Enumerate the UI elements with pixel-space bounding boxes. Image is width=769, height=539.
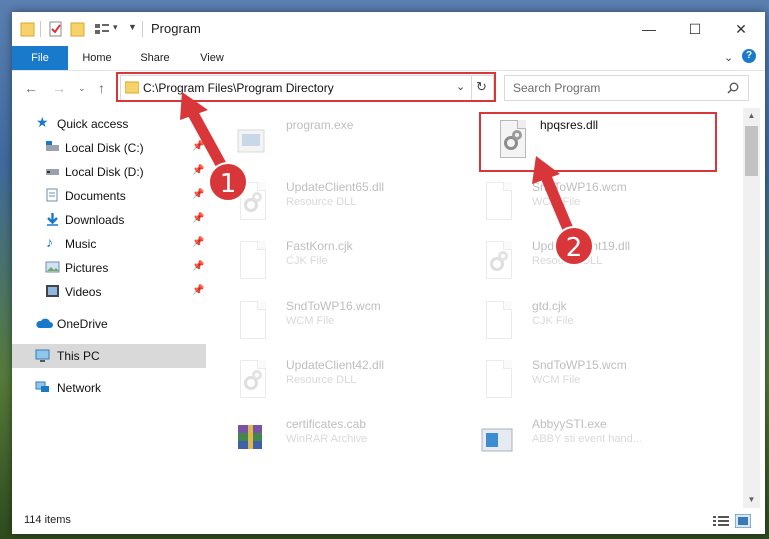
arrow-to-file [532,156,576,240]
arrow-to-address-bar [180,92,230,176]
annotation-arrows [180,92,576,240]
explorer-window: ▾ ▼ Program — ☐ ✕ File Home Share View ⌄… [12,12,765,534]
step-badge-1: 1 [208,162,248,202]
step-badge-2: 2 [554,226,594,266]
